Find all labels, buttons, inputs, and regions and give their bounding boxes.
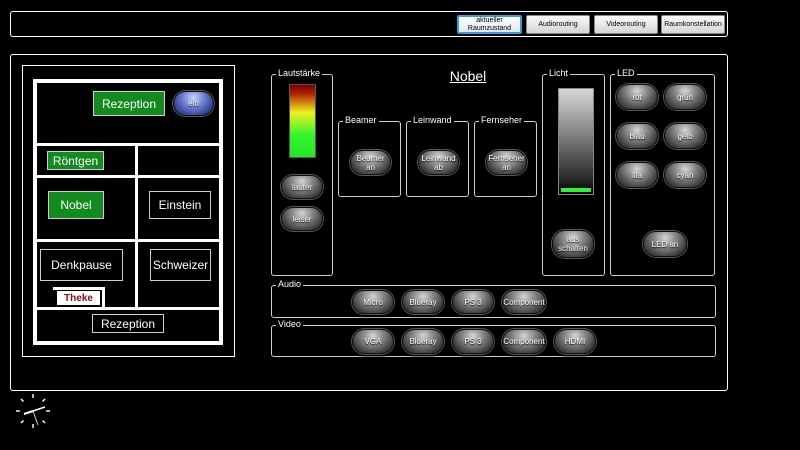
fernseher-title: Fernseher xyxy=(479,115,525,125)
light-level-fill xyxy=(561,188,591,192)
light-title: Licht xyxy=(547,68,571,78)
wall xyxy=(135,143,138,309)
audio-micro-button[interactable]: Micro xyxy=(352,290,394,314)
room-schweizer[interactable]: Schweizer xyxy=(150,249,211,281)
led-title: LED xyxy=(615,68,637,78)
floor-plan: Rezeption ein Röntgen Nobel Einstein Den… xyxy=(22,65,235,357)
wall xyxy=(33,307,223,310)
top-nav-bar: aktueller Raumzustand Audiorouting Video… xyxy=(10,11,728,37)
wall xyxy=(33,79,223,83)
led-lila-button[interactable]: lila xyxy=(616,162,658,188)
room-nobel[interactable]: Nobel xyxy=(48,191,104,219)
room-rezeption-top[interactable]: Rezeption xyxy=(93,91,165,116)
wall xyxy=(33,341,223,345)
video-group: Video VGA Blueray PS 3 Component HDMI xyxy=(271,319,716,357)
volume-level-meter xyxy=(289,84,316,158)
light-off-button[interactable]: aus schalten xyxy=(552,230,594,258)
beamer-on-button[interactable]: Beamer an xyxy=(350,150,391,175)
led-rot-button[interactable]: rot xyxy=(616,84,658,110)
video-title: Video xyxy=(276,319,303,329)
room-roentgen[interactable]: Röntgen xyxy=(47,151,104,170)
room-theke[interactable]: Theke xyxy=(57,291,100,305)
led-gruen-button[interactable]: grün xyxy=(664,84,706,110)
room-denkpause[interactable]: Denkpause xyxy=(40,249,123,281)
beamer-title: Beamer xyxy=(343,115,379,125)
nav-button-raumkonstellation[interactable]: Raumkonstellation xyxy=(661,15,725,34)
led-on-button[interactable]: LED an xyxy=(643,231,687,257)
volume-down-button[interactable]: leiser xyxy=(281,207,323,231)
video-vga-button[interactable]: VGA xyxy=(352,329,394,354)
led-group: LED rot grün blau gelb lila cyan LED an xyxy=(610,68,715,276)
ein-button[interactable]: ein xyxy=(173,91,214,116)
led-cyan-button[interactable]: cyan xyxy=(664,162,706,188)
leinwand-down-button[interactable]: Leinwand ab xyxy=(418,150,459,175)
volume-title: Lautstärke xyxy=(276,68,323,78)
beamer-group: Beamer Beamer an xyxy=(338,115,401,197)
wall xyxy=(33,79,37,345)
wall xyxy=(33,175,137,178)
led-gelb-button[interactable]: gelb xyxy=(664,123,706,149)
leinwand-group: Leinwand Leinwand ab xyxy=(406,115,469,197)
wall xyxy=(102,287,105,309)
volume-group: Lautstärke lauter leiser xyxy=(271,68,333,276)
wall xyxy=(33,239,223,242)
wall xyxy=(33,143,223,146)
audio-blueray-button[interactable]: Blueray xyxy=(402,290,444,314)
nav-button-videorouting[interactable]: Videorouting xyxy=(594,15,658,34)
audio-ps3-button[interactable]: PS 3 xyxy=(452,290,494,314)
volume-up-button[interactable]: lauter xyxy=(281,175,323,199)
leinwand-title: Leinwand xyxy=(411,115,454,125)
fernseher-on-button[interactable]: Fernseher an xyxy=(486,150,527,175)
fernseher-group: Fernseher Fernseher an xyxy=(474,115,537,197)
nav-button-audiorouting[interactable]: Audiorouting xyxy=(526,15,590,34)
wall xyxy=(219,79,223,345)
room-title: Nobel xyxy=(449,68,487,84)
video-ps3-button[interactable]: PS 3 xyxy=(452,329,494,354)
wall xyxy=(53,287,105,290)
wall xyxy=(135,175,221,178)
led-blau-button[interactable]: blau xyxy=(616,123,658,149)
audio-group: Audio Micro Blueray PS 3 Component xyxy=(271,279,716,318)
audio-component-button[interactable]: Component xyxy=(502,290,546,314)
light-level-slider xyxy=(558,88,594,195)
room-rezeption-bottom[interactable]: Rezeption xyxy=(92,314,164,333)
clock-icon xyxy=(14,392,52,430)
video-blueray-button[interactable]: Blueray xyxy=(402,329,444,354)
light-group: Licht aus schalten xyxy=(542,68,605,276)
video-hdmi-button[interactable]: HDMI xyxy=(554,329,596,354)
nav-button-raumzustand[interactable]: aktueller Raumzustand xyxy=(457,15,522,34)
room-einstein[interactable]: Einstein xyxy=(149,191,211,219)
audio-title: Audio xyxy=(276,279,304,289)
video-component-button[interactable]: Component xyxy=(502,329,546,354)
